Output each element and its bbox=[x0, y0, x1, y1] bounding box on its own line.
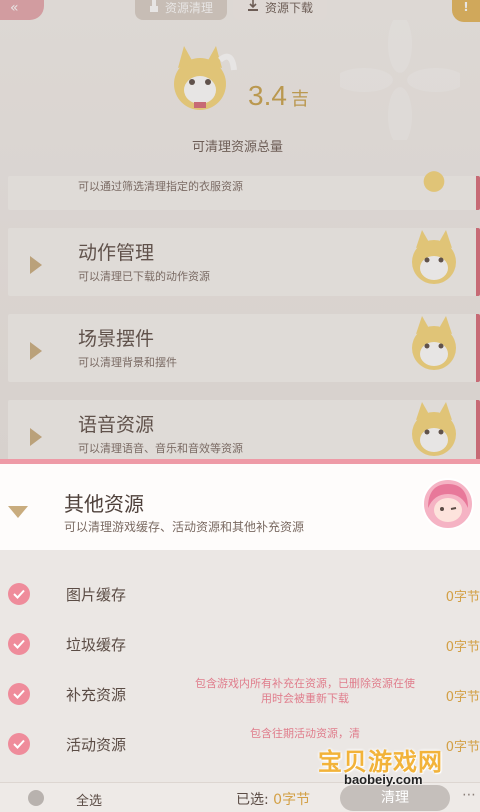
checkbox[interactable] bbox=[8, 683, 30, 705]
watermark-url: baobeiy.com bbox=[344, 772, 423, 787]
flower-decoration-icon bbox=[340, 20, 460, 140]
resource-row-image-cache[interactable]: 图片缓存 0字节 bbox=[0, 570, 480, 620]
broom-icon bbox=[150, 0, 158, 12]
cat-mascot-icon bbox=[423, 171, 445, 192]
download-icon bbox=[248, 0, 259, 11]
category-other-expanded[interactable]: 其他资源 可以清理游戏缓存、活动资源和其他补充资源 bbox=[0, 464, 480, 550]
resource-label: 补充资源 bbox=[66, 686, 127, 704]
resource-size: 0字节 bbox=[445, 590, 480, 605]
category-desc: 可以清理背景和摆件 bbox=[78, 356, 177, 369]
cleanable-summary: 3.4 吉 可清理资源总量 bbox=[160, 40, 340, 160]
resource-row-junk-cache[interactable]: 垃圾缓存 0字节 bbox=[0, 620, 480, 670]
cat-mascot-icon bbox=[174, 46, 237, 110]
resource-size: 0字节 bbox=[445, 640, 480, 655]
resource-overview: « 资源清理 资源下载 ! 3.4 吉 可清理资源总量 可以通过筛选清理指定的衣… bbox=[0, 0, 480, 460]
cat-mascot-icon bbox=[412, 402, 456, 456]
help-button[interactable]: ! bbox=[452, 0, 480, 22]
select-all-label[interactable]: 全选 bbox=[76, 790, 102, 809]
category-desc: 可以通过筛选清理指定的衣服资源 bbox=[78, 180, 243, 193]
category-desc: 可以清理游戏缓存、活动资源和其他补充资源 bbox=[64, 520, 305, 534]
category-name: 语音资源 bbox=[78, 414, 155, 436]
tab-resource-download[interactable]: 资源下载 bbox=[233, 0, 328, 20]
amount-value: 3.4 bbox=[248, 80, 287, 111]
category-name: 其他资源 bbox=[64, 492, 144, 516]
selected-total: 已选: 0字节 bbox=[236, 789, 310, 809]
checkmark-icon bbox=[13, 689, 25, 699]
expand-arrow-icon bbox=[30, 428, 42, 446]
resource-note: 包含往期活动资源，清 bbox=[250, 727, 360, 740]
resource-row-supplementary[interactable]: 补充资源 包含游戏内所有补充在资源，已删除资源在使用时会被重新下载 0字节 bbox=[0, 670, 480, 720]
checkbox[interactable] bbox=[8, 633, 30, 655]
amount-unit: 吉 bbox=[290, 89, 309, 109]
expand-arrow-icon bbox=[30, 342, 42, 360]
category-desc: 可以清理已下载的动作资源 bbox=[78, 270, 210, 283]
tab-bar: 资源清理 资源下载 bbox=[135, 0, 328, 20]
checkmark-icon bbox=[13, 639, 25, 649]
tab-resource-cleanup[interactable]: 资源清理 bbox=[135, 0, 228, 20]
category-actions[interactable]: 动作管理 可以清理已下载的动作资源 bbox=[8, 228, 480, 296]
select-all-radio[interactable] bbox=[28, 790, 44, 806]
checkmark-icon bbox=[13, 589, 25, 599]
tab-label: 资源清理 bbox=[165, 1, 214, 15]
back-button[interactable]: « bbox=[0, 0, 44, 20]
collapse-arrow-icon bbox=[8, 506, 28, 518]
category-scene-decor[interactable]: 场景摆件 可以清理背景和摆件 bbox=[8, 314, 480, 382]
expand-arrow-icon bbox=[30, 256, 42, 274]
cleanable-amount: 3.4 吉 bbox=[248, 80, 309, 112]
checkbox[interactable] bbox=[8, 583, 30, 605]
selected-label: 已选: bbox=[236, 792, 269, 808]
selected-value: 0字节 bbox=[273, 792, 311, 808]
category-clothes[interactable]: 可以通过筛选清理指定的衣服资源 bbox=[8, 171, 480, 210]
tab-label: 资源下载 bbox=[265, 1, 314, 15]
checkmark-icon bbox=[13, 739, 25, 749]
back-icon: « bbox=[10, 0, 19, 16]
cat-mascot-icon bbox=[412, 316, 456, 370]
resource-size: 0字节 bbox=[445, 690, 480, 705]
category-desc: 可以清理语音、音乐和音效等资源 bbox=[78, 442, 243, 455]
category-name: 场景摆件 bbox=[78, 328, 155, 350]
site-watermark: 宝贝游戏网 baobeiy.com bbox=[318, 742, 468, 798]
category-name: 动作管理 bbox=[78, 242, 155, 264]
resource-label: 图片缓存 bbox=[66, 586, 127, 604]
resource-note: 包含游戏内所有补充在资源，已删除资源在使用时会被重新下载 bbox=[195, 677, 415, 705]
girl-avatar-icon bbox=[422, 478, 474, 530]
help-icon: ! bbox=[463, 0, 469, 14]
checkbox[interactable] bbox=[8, 733, 30, 755]
category-voice[interactable]: 语音资源 可以清理语音、音乐和音效等资源 bbox=[8, 400, 480, 460]
cat-mascot-icon bbox=[412, 230, 456, 284]
summary-caption: 可清理资源总量 bbox=[192, 140, 284, 155]
category-list: 可以通过筛选清理指定的衣服资源 动作管理 可以清理已下载的动作资源 场景摆件 可… bbox=[8, 171, 480, 460]
resource-label: 活动资源 bbox=[66, 736, 127, 754]
resource-label: 垃圾缓存 bbox=[66, 636, 127, 654]
